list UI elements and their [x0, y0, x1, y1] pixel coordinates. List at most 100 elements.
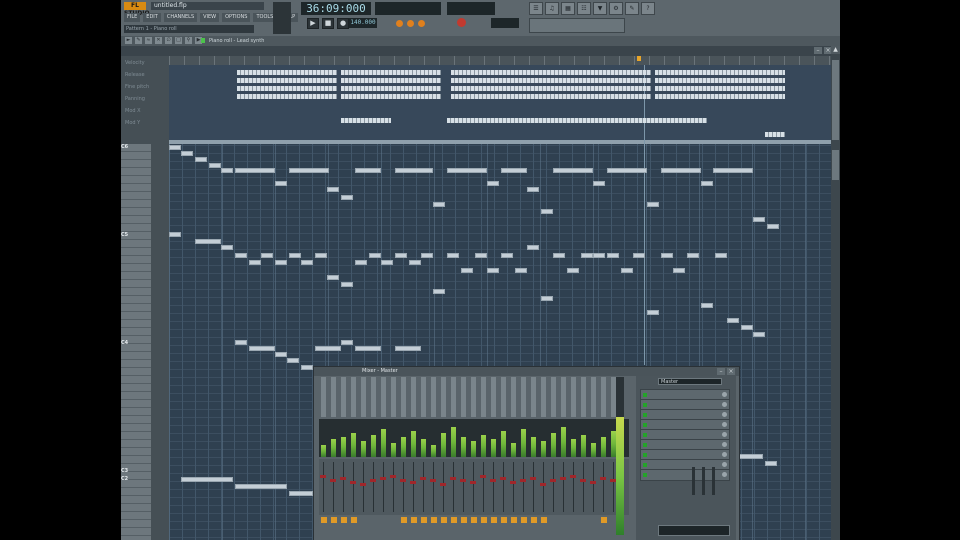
- piano-note[interactable]: [447, 253, 459, 258]
- piano-note[interactable]: [661, 253, 673, 258]
- piano-note[interactable]: [567, 268, 579, 273]
- channel-label[interactable]: [321, 377, 326, 417]
- minimize-icon[interactable]: –: [717, 368, 725, 375]
- fx-enable-led-icon[interactable]: [451, 517, 457, 523]
- piano-note[interactable]: [249, 346, 275, 351]
- slot-mix-knob[interactable]: [722, 412, 727, 417]
- piano-note[interactable]: [621, 268, 633, 273]
- fx-enable-led-icon[interactable]: [341, 517, 347, 523]
- fader-track[interactable]: [593, 462, 594, 512]
- fader-track[interactable]: [503, 462, 504, 512]
- piano-note[interactable]: [341, 282, 353, 287]
- fader-handle[interactable]: [350, 481, 356, 484]
- fader-handle[interactable]: [590, 481, 596, 484]
- fader-handle[interactable]: [560, 477, 566, 480]
- fader-track[interactable]: [563, 462, 564, 512]
- fx-selector[interactable]: Master: [658, 378, 722, 385]
- piano-note[interactable]: [355, 168, 381, 173]
- channel-label[interactable]: [341, 377, 346, 417]
- piano-note[interactable]: [767, 224, 779, 229]
- fader-handle[interactable]: [450, 477, 456, 480]
- piano-note[interactable]: [169, 145, 181, 150]
- fader-track[interactable]: [393, 462, 394, 512]
- fx-enable-led-icon[interactable]: [481, 517, 487, 523]
- piano-note[interactable]: [409, 260, 421, 265]
- piano-note[interactable]: [593, 253, 605, 258]
- piano-note[interactable]: [275, 181, 287, 186]
- piano-note[interactable]: [301, 260, 313, 265]
- fader-handle[interactable]: [470, 481, 476, 484]
- piano-note[interactable]: [327, 187, 339, 192]
- piano-note[interactable]: [753, 217, 765, 222]
- channel-label[interactable]: [541, 377, 546, 417]
- slot-mix-knob[interactable]: [722, 442, 727, 447]
- fader-handle[interactable]: [330, 479, 336, 482]
- fader-track[interactable]: [403, 462, 404, 512]
- fader-track[interactable]: [363, 462, 364, 512]
- fader-track[interactable]: [573, 462, 574, 512]
- piano-note[interactable]: [581, 253, 593, 258]
- fader-handle[interactable]: [320, 475, 326, 478]
- fader-track[interactable]: [533, 462, 534, 512]
- piano-note[interactable]: [553, 253, 565, 258]
- piano-note[interactable]: [181, 477, 233, 482]
- fader-track[interactable]: [473, 462, 474, 512]
- piano-note[interactable]: [249, 260, 261, 265]
- fader-handle[interactable]: [550, 479, 556, 482]
- fx-enable-led-icon[interactable]: [521, 517, 527, 523]
- fader-track[interactable]: [383, 462, 384, 512]
- fader-track[interactable]: [353, 462, 354, 512]
- fader-handle[interactable]: [490, 479, 496, 482]
- piano-note[interactable]: [739, 454, 763, 459]
- channel-label[interactable]: [421, 377, 426, 417]
- piano-note[interactable]: [553, 168, 593, 173]
- piano-note[interactable]: [235, 168, 275, 173]
- piano-note[interactable]: [741, 325, 753, 330]
- channel-label[interactable]: [431, 377, 436, 417]
- piano-note[interactable]: [395, 346, 421, 351]
- fader-track[interactable]: [463, 462, 464, 512]
- slot-mix-knob[interactable]: [722, 422, 727, 427]
- slot-mix-knob[interactable]: [722, 392, 727, 397]
- fader-track[interactable]: [553, 462, 554, 512]
- fader-handle[interactable]: [340, 477, 346, 480]
- piano-note[interactable]: [701, 303, 713, 308]
- piano-note[interactable]: [275, 260, 287, 265]
- piano-note[interactable]: [461, 268, 473, 273]
- channel-label[interactable]: [381, 377, 386, 417]
- piano-note[interactable]: [289, 168, 329, 173]
- fader-track[interactable]: [523, 462, 524, 512]
- piano-note[interactable]: [661, 168, 701, 173]
- piano-note[interactable]: [753, 332, 765, 337]
- piano-note[interactable]: [487, 181, 499, 186]
- piano-note[interactable]: [287, 358, 299, 363]
- piano-note[interactable]: [221, 245, 233, 250]
- slot-led-icon[interactable]: [643, 473, 647, 477]
- fader-handle[interactable]: [500, 477, 506, 480]
- channel-label[interactable]: [471, 377, 476, 417]
- slot-led-icon[interactable]: [643, 433, 647, 437]
- fx-enable-led-icon[interactable]: [321, 517, 327, 523]
- slot-led-icon[interactable]: [643, 393, 647, 397]
- fader-track[interactable]: [613, 462, 614, 512]
- send-fader[interactable]: [712, 467, 715, 495]
- channel-label[interactable]: [481, 377, 486, 417]
- piano-note[interactable]: [527, 245, 539, 250]
- channel-label[interactable]: [331, 377, 336, 417]
- fader-handle[interactable]: [480, 475, 486, 478]
- channel-label[interactable]: [601, 377, 606, 417]
- fader-track[interactable]: [483, 462, 484, 512]
- piano-note[interactable]: [715, 253, 727, 258]
- piano-note[interactable]: [727, 318, 739, 323]
- channel-label[interactable]: [461, 377, 466, 417]
- channel-label[interactable]: [591, 377, 596, 417]
- piano-note[interactable]: [765, 461, 777, 466]
- channel-label[interactable]: [451, 377, 456, 417]
- piano-note[interactable]: [289, 491, 313, 496]
- piano-note[interactable]: [593, 181, 605, 186]
- fx-enable-led-icon[interactable]: [421, 517, 427, 523]
- fader-handle[interactable]: [600, 477, 606, 480]
- piano-note[interactable]: [433, 289, 445, 294]
- slot-mix-knob[interactable]: [722, 452, 727, 457]
- scroll-up-icon[interactable]: ▲: [831, 46, 840, 54]
